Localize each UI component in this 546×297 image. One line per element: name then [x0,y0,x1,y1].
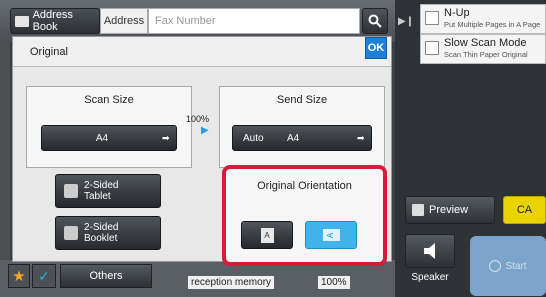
search-icon [368,14,382,28]
ratio-text: 100% [186,114,210,124]
scan-size-label: Scan Size [84,94,134,106]
two-sided-tablet-button[interactable]: 2-Sided Tablet [55,174,161,208]
direction-arrow-icon: ▶ [201,125,209,136]
ca-button[interactable]: CA [503,196,546,224]
panel-toggle-icon[interactable]: ▶❙ [398,16,414,27]
send-size-mode: Auto [243,132,264,144]
others-button[interactable]: Others [60,264,152,288]
start-button[interactable]: Start [470,236,546,296]
favorite-star-button[interactable]: ★ [8,264,30,288]
start-icon [489,260,502,272]
fax-number-input[interactable]: Fax Number [148,8,360,34]
option-slow-scan[interactable]: Slow Scan Mode Scan Thin Paper Original [420,34,546,64]
two-sided-booklet-label: 2-Sided Booklet [84,222,119,244]
preview-icon [412,204,424,216]
address-book-label: Address Book [32,9,73,33]
option-title: N-Up [444,7,470,19]
scan-size-value: A4 [95,132,109,144]
portrait-page-icon: A [260,227,274,243]
arrow-right-icon: ➡ [357,132,365,143]
option-subtitle: Scan Thin Paper Original [444,50,528,59]
option-n-up[interactable]: N-Up Put Multiple Pages in A Page [420,4,546,34]
landscape-glyph: A [326,232,336,238]
ok-button[interactable]: OK [365,37,387,59]
portrait-orientation-button[interactable]: A [241,221,293,249]
start-label: Start [505,260,527,272]
search-button[interactable] [362,8,388,34]
check-icon: ✓ [38,267,50,284]
slow-scan-checkbox[interactable] [425,41,439,55]
send-size-value: A4 [287,132,300,144]
send-size-button[interactable]: Auto A4 ➡ [232,125,372,151]
base-screen-edge [0,42,10,260]
scan-size-button[interactable]: A4 ➡ [41,125,177,151]
send-size-label: Send Size [276,94,328,106]
two-sided-tablet-label: 2-Sided Tablet [84,180,119,202]
address-tab[interactable]: Address [100,8,148,34]
dialog-title: Original [30,46,68,58]
orientation-title: Original Orientation [257,180,352,192]
two-sided-booklet-button[interactable]: 2-Sided Booklet [55,216,161,250]
preview-label: Preview [429,204,469,216]
n-up-checkbox[interactable] [425,11,439,25]
arrow-right-icon: ➡ [162,132,170,143]
booklet-icon [64,226,78,240]
tablet-icon [64,184,78,198]
option-subtitle: Put Multiple Pages in A Page [444,20,541,29]
memory-value: 100% [318,276,350,289]
speaker-label: Speaker [411,272,449,283]
speaker-button[interactable] [405,234,455,268]
preview-button[interactable]: Preview [405,196,495,224]
star-icon: ★ [12,268,26,285]
dialog-header [13,37,391,67]
speaker-icon [424,243,435,259]
book-icon [15,15,29,27]
landscape-page-icon: A [322,229,340,241]
landscape-orientation-button[interactable]: A [305,221,357,249]
option-title: Slow Scan Mode [444,37,527,49]
address-book-button[interactable]: Address Book [10,8,100,34]
check-button[interactable]: ✓ [32,264,56,288]
memory-label: reception memory [188,276,275,289]
